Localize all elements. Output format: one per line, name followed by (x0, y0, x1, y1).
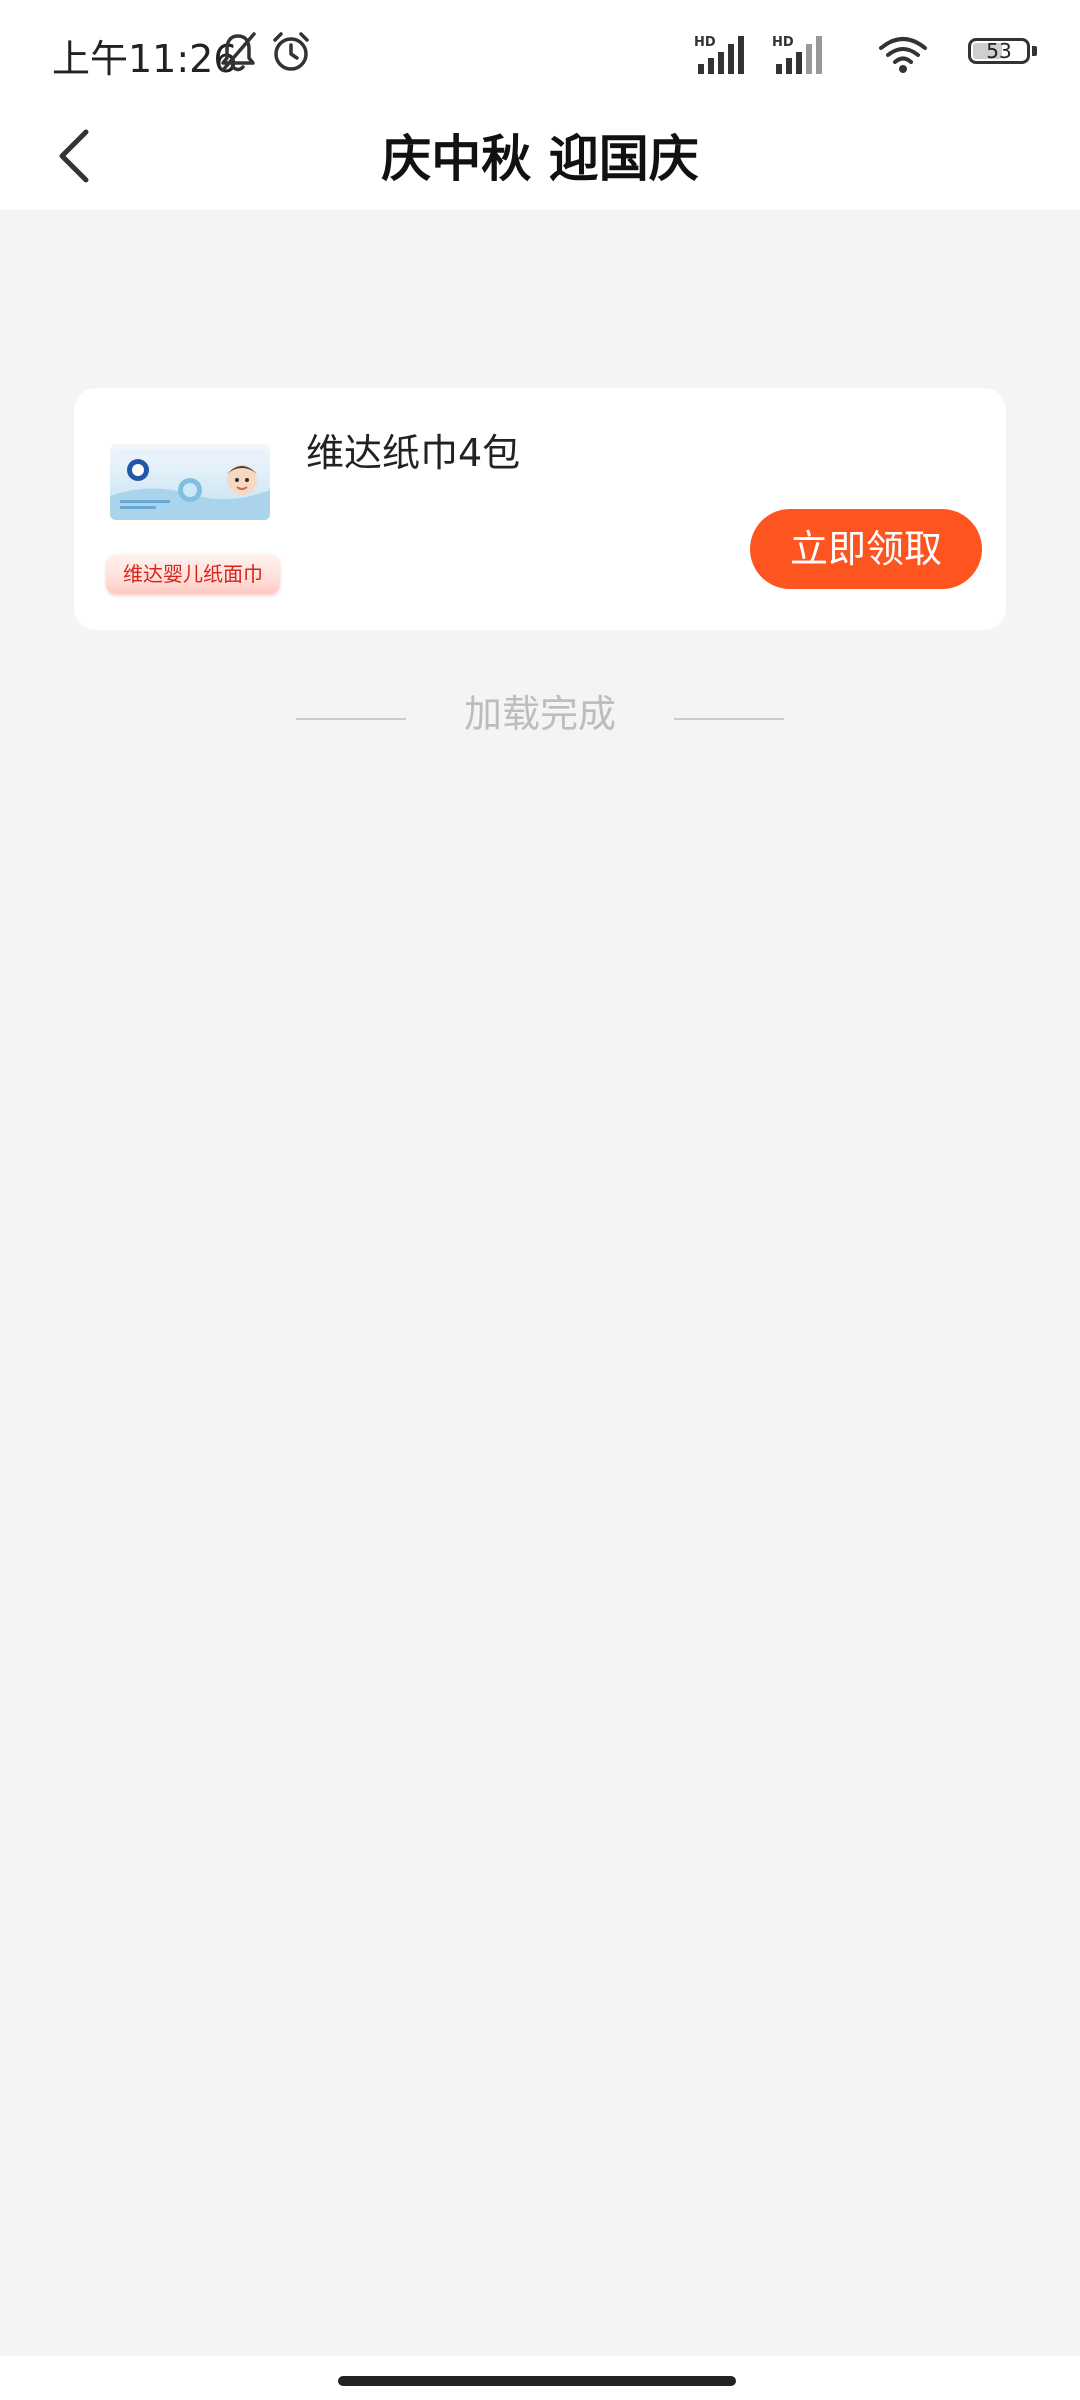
battery-level: 53 (986, 39, 1012, 63)
bell-off-icon (218, 30, 258, 78)
navigation-bar: 庆中秋 迎国庆 (0, 108, 1080, 210)
product-name: 维达纸巾4包 (306, 431, 521, 475)
gesture-bar (0, 2356, 1080, 2400)
chevron-left-icon (54, 128, 94, 188)
home-indicator[interactable] (338, 2376, 736, 2386)
claim-now-button[interactable]: 立即领取 (750, 509, 982, 589)
signal-icon: HD (694, 34, 748, 78)
product-card[interactable]: 维达婴儿纸面巾 维达纸巾4包 立即领取 (74, 388, 1006, 630)
load-complete-text: 加载完成 (463, 692, 616, 736)
divider-right (674, 718, 784, 720)
back-button[interactable] (34, 118, 114, 198)
page-title: 庆中秋 迎国庆 (381, 130, 699, 188)
signal-2-label: HD (772, 35, 794, 50)
battery-icon: 53 (968, 38, 1040, 68)
product-image (110, 444, 270, 520)
wifi-icon (878, 34, 928, 78)
alarm-icon (270, 30, 312, 78)
signal-1-label: HD (694, 35, 716, 50)
status-bar: 上午11:26 HD HD 53 (0, 0, 1080, 108)
signal-icon: HD (772, 34, 826, 78)
status-time: 上午11:26 (52, 37, 238, 81)
load-complete-indicator: 加载完成 (0, 684, 1080, 744)
product-badge: 维达婴儿纸面巾 (106, 554, 280, 594)
